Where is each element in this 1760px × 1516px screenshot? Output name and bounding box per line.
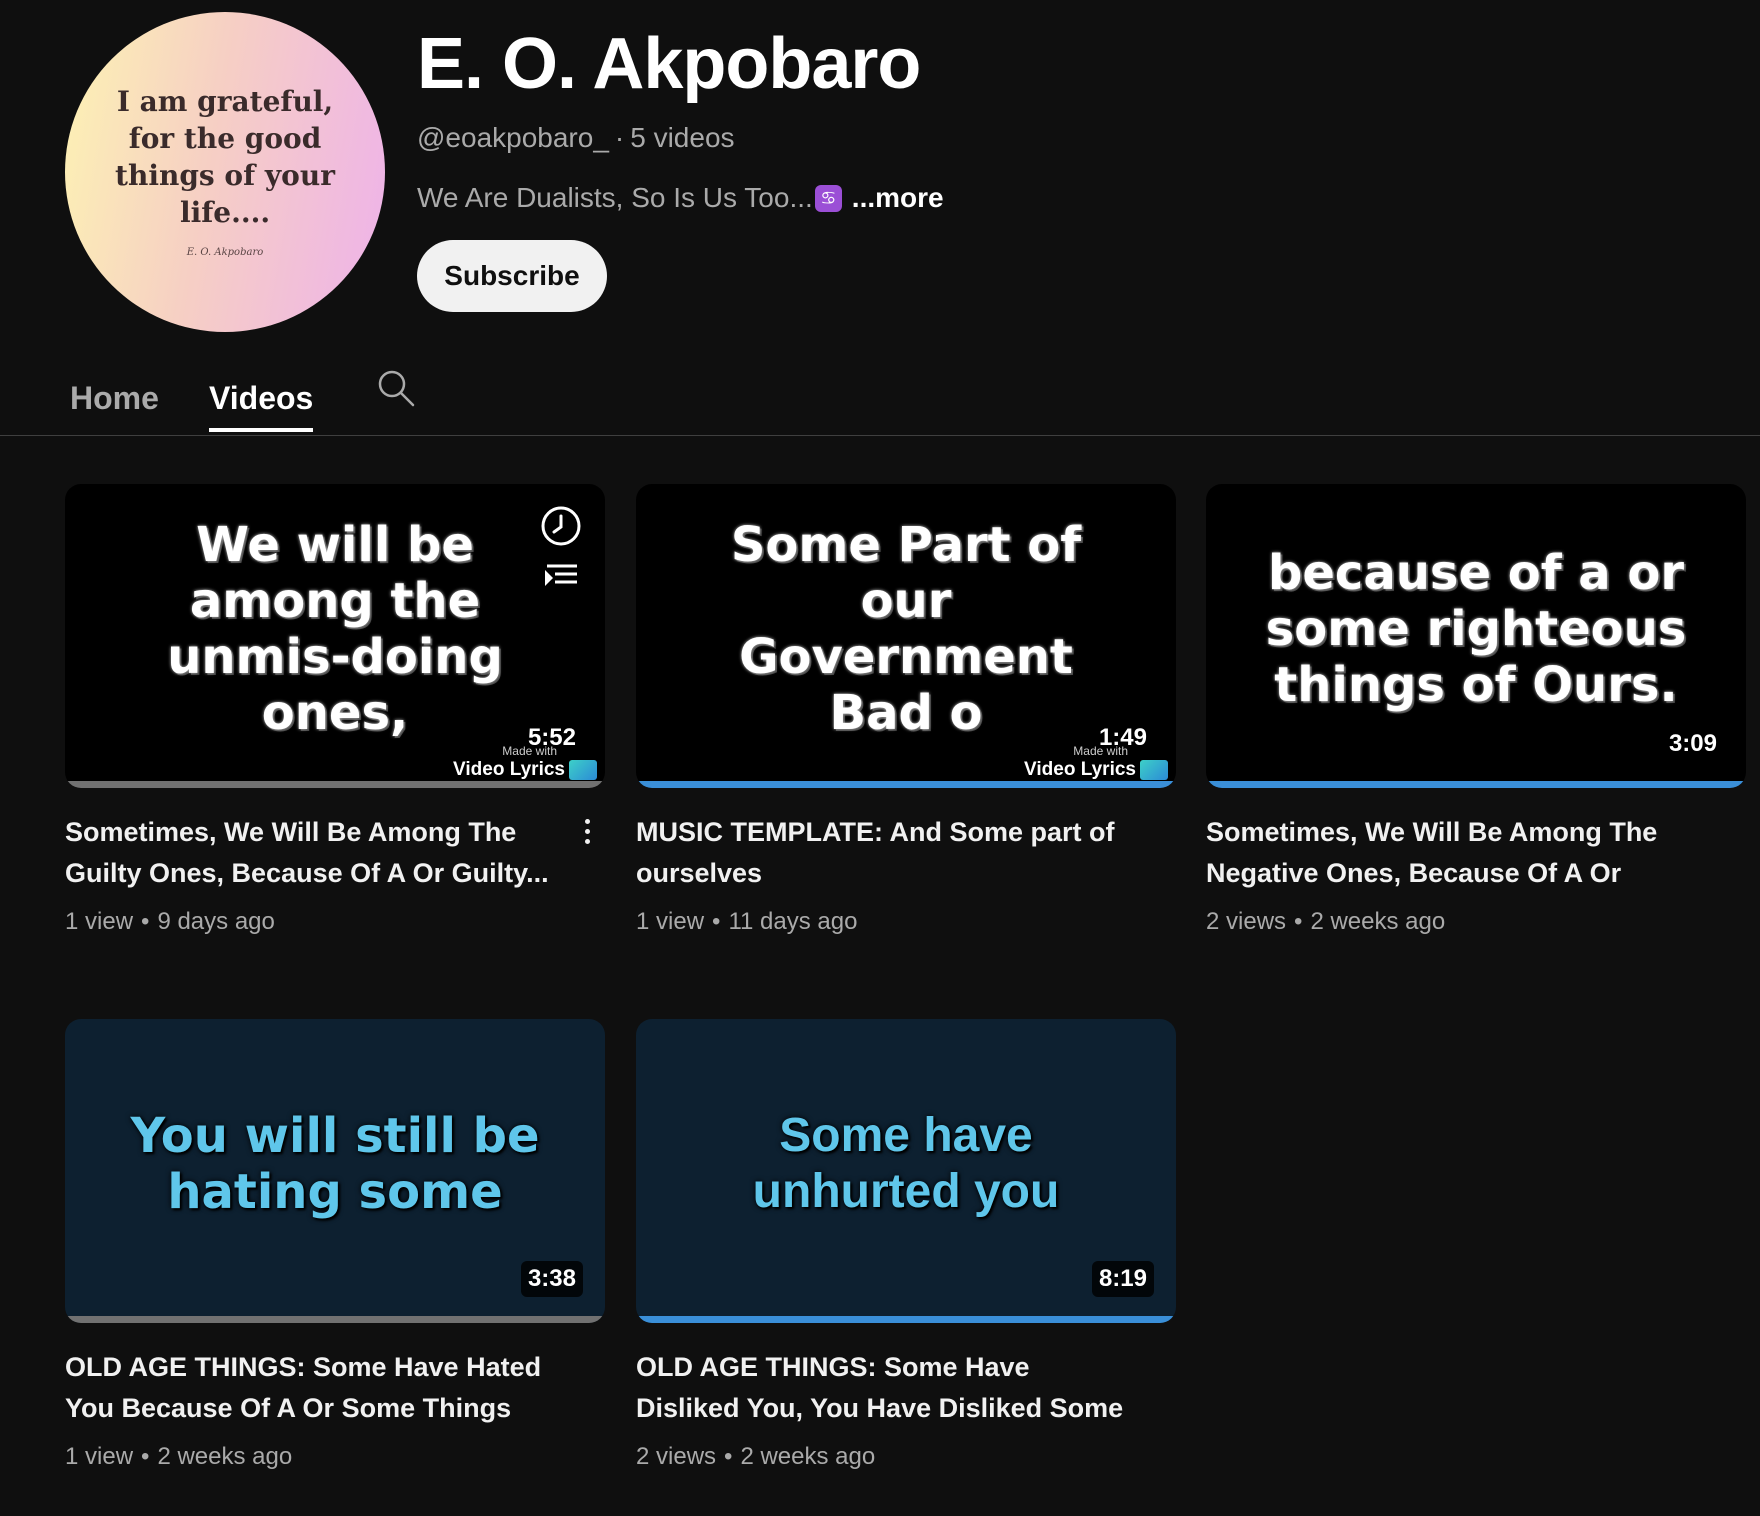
video-card[interactable]: You will still be hating some 3:38 OLD A… bbox=[65, 1019, 605, 1471]
channel-name: E. O. Akpobaro bbox=[417, 24, 921, 104]
watch-progress-bar bbox=[65, 781, 605, 788]
avatar-signature: E. O. Akpobaro bbox=[186, 246, 264, 258]
watermark-text: Video Lyrics bbox=[453, 759, 565, 781]
video-thumbnail[interactable]: Some have unhurted you 8:19 bbox=[636, 1019, 1176, 1323]
thumbnail-hover-actions bbox=[541, 506, 581, 586]
meta-separator: • bbox=[141, 908, 150, 935]
video-thumbnail[interactable]: because of a or some righteous things of… bbox=[1206, 484, 1746, 788]
video-lyrics-watermark: Made with Video Lyrics bbox=[1024, 742, 1168, 780]
video-count: 5 videos bbox=[630, 122, 735, 153]
upload-age: 11 days ago bbox=[728, 908, 858, 935]
channel-description[interactable]: We Are Dualists, So Is Us Too... ♋ ...mo… bbox=[417, 182, 944, 214]
view-count: 2 views bbox=[1206, 908, 1287, 935]
video-meta: 2 views • 2 weeks ago bbox=[1206, 908, 1746, 936]
watch-progress-bar bbox=[65, 1316, 605, 1323]
view-count: 2 views bbox=[636, 1443, 717, 1470]
description-text: We Are Dualists, So Is Us Too... bbox=[417, 182, 813, 213]
more-vert-icon[interactable] bbox=[577, 814, 597, 854]
upload-age: 2 weeks ago bbox=[157, 1443, 293, 1470]
video-thumbnail[interactable]: Some Part of our Government Bad o 1:49 M… bbox=[636, 484, 1176, 788]
video-lyrics-logo-icon bbox=[1140, 760, 1168, 780]
video-title[interactable]: OLD AGE THINGS: Some Have Hated You Beca… bbox=[65, 1347, 605, 1429]
meta-separator: • bbox=[724, 1443, 733, 1470]
video-thumbnail[interactable]: You will still be hating some 3:38 bbox=[65, 1019, 605, 1323]
view-count: 1 view bbox=[65, 908, 134, 935]
avatar-quote-text: I am grateful, for the good things of yo… bbox=[115, 84, 335, 229]
duration-badge: 8:19 bbox=[1091, 1261, 1154, 1297]
watch-progress-bar bbox=[1206, 781, 1746, 788]
channel-tabs: Home Videos bbox=[0, 360, 1760, 436]
video-lyrics-watermark: Made with Video Lyrics bbox=[453, 742, 597, 780]
view-count: 1 view bbox=[636, 908, 705, 935]
meta-separator: • bbox=[1294, 908, 1303, 935]
video-title[interactable]: Sometimes, We Will Be Among The Guilty O… bbox=[65, 812, 605, 894]
view-count: 1 view bbox=[65, 1443, 134, 1470]
upload-age: 9 days ago bbox=[157, 908, 275, 935]
video-card[interactable]: because of a or some righteous things of… bbox=[1206, 484, 1746, 936]
cancer-zodiac-emoji-icon: ♋ bbox=[814, 184, 842, 212]
duration-badge: 3:09 bbox=[1661, 726, 1724, 762]
video-title[interactable]: MUSIC TEMPLATE: And Some part of ourselv… bbox=[636, 812, 1176, 894]
duration-badge: 3:38 bbox=[520, 1261, 583, 1297]
watermark-small-text: Made with bbox=[1073, 744, 1128, 758]
add-to-queue-icon[interactable] bbox=[545, 564, 577, 586]
tab-videos[interactable]: Videos bbox=[209, 370, 314, 432]
upload-age: 2 weeks ago bbox=[740, 1443, 876, 1470]
channel-meta: @eoakpobaro_ · 5 videos bbox=[417, 122, 735, 154]
meta-separator: · bbox=[614, 122, 625, 153]
meta-separator: • bbox=[712, 908, 721, 935]
clock-icon[interactable] bbox=[541, 506, 581, 546]
video-title[interactable]: OLD AGE THINGS: Some Have Disliked You, … bbox=[636, 1347, 1176, 1429]
video-meta: 1 view • 2 weeks ago bbox=[65, 1443, 605, 1471]
tab-home[interactable]: Home bbox=[70, 370, 159, 432]
video-lyrics-logo-icon bbox=[569, 760, 597, 780]
video-card[interactable]: Some have unhurted you 8:19 OLD AGE THIN… bbox=[636, 1019, 1176, 1471]
subscribe-button[interactable]: Subscribe bbox=[417, 240, 607, 312]
channel-avatar[interactable]: I am grateful, for the good things of yo… bbox=[65, 12, 385, 332]
upload-age: 2 weeks ago bbox=[1310, 908, 1446, 935]
video-meta: 2 views • 2 weeks ago bbox=[636, 1443, 1176, 1471]
video-card[interactable]: We will be among the unmis-doing ones, 5… bbox=[65, 484, 605, 936]
search-icon[interactable] bbox=[376, 368, 416, 408]
video-card[interactable]: Some Part of our Government Bad o 1:49 M… bbox=[636, 484, 1176, 936]
video-meta: 1 view • 11 days ago bbox=[636, 908, 1176, 936]
video-title[interactable]: Sometimes, We Will Be Among The Negative… bbox=[1206, 812, 1746, 894]
watermark-small-text: Made with bbox=[502, 744, 557, 758]
watch-progress-bar bbox=[636, 1316, 1176, 1323]
video-thumbnail[interactable]: We will be among the unmis-doing ones, 5… bbox=[65, 484, 605, 788]
watermark-text: Video Lyrics bbox=[1024, 759, 1136, 781]
video-meta: 1 view • 9 days ago bbox=[65, 908, 605, 936]
more-link[interactable]: ...more bbox=[852, 182, 944, 214]
watch-progress-bar bbox=[636, 781, 1176, 788]
meta-separator: • bbox=[141, 1443, 150, 1470]
channel-handle: @eoakpobaro_ bbox=[417, 122, 609, 153]
